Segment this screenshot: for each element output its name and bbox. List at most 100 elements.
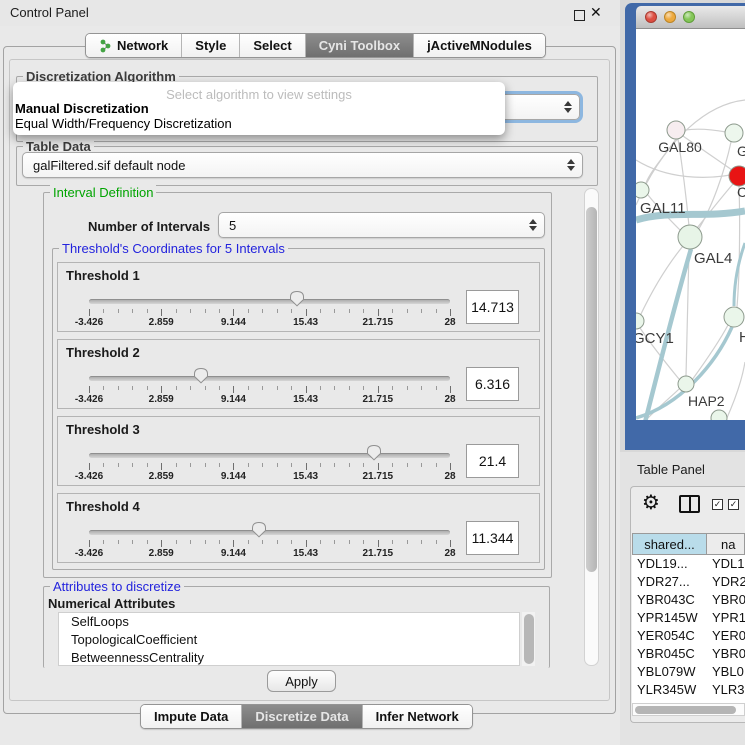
split-columns-icon[interactable]: [679, 495, 700, 513]
attributes-list-scrollbar[interactable]: [522, 612, 535, 666]
slider-tick: [176, 463, 177, 467]
cell-shared-name: YLR345W: [632, 681, 707, 699]
network-view-window[interactable]: GAL80GACGAL11GAL4GCY1HHAP2: [625, 3, 745, 450]
slider-tick: [277, 309, 278, 313]
network-node-gal80[interactable]: [667, 121, 685, 139]
network-canvas[interactable]: GAL80GACGAL11GAL4GCY1HHAP2: [636, 29, 745, 420]
table-row[interactable]: YBR043CYBR0: [632, 591, 745, 609]
slider-tick: [118, 463, 119, 467]
table-row[interactable]: YLR345WYLR3: [632, 681, 745, 699]
threshold-slider-track[interactable]: [89, 453, 450, 458]
slider-tick: [306, 540, 307, 547]
threshold-slider-handle[interactable]: [366, 444, 382, 461]
zoom-light[interactable]: [683, 11, 695, 23]
network-node-label: HAP2: [688, 393, 725, 409]
threshold-slider-handle[interactable]: [289, 290, 305, 307]
slider-tick-label: 15.43: [276, 394, 336, 405]
threshold-slider-handle[interactable]: [193, 367, 209, 384]
threshold-slider-handle[interactable]: [251, 521, 267, 538]
attribute-list-item[interactable]: TopologicalCoefficient: [59, 631, 519, 649]
slider-tick: [161, 309, 162, 316]
gear-icon[interactable]: ⚙: [642, 493, 660, 513]
combo-stepper-icon: [567, 159, 575, 171]
slider-tick: [392, 540, 393, 544]
attribute-list-item[interactable]: SelfLoops: [59, 613, 519, 631]
threshold-value-input[interactable]: 21.4: [466, 444, 519, 478]
close-light[interactable]: [645, 11, 657, 23]
tab-cyni-toolbox[interactable]: Cyni Toolbox: [305, 34, 413, 57]
slider-tick: [378, 386, 379, 393]
tab-network[interactable]: Network: [86, 34, 181, 57]
threshold-value-input[interactable]: 11.344: [466, 521, 519, 555]
tab-jactivemnodules[interactable]: jActiveMNodules: [413, 34, 545, 57]
slider-tick-label: -3.426: [59, 317, 119, 328]
tab-impute-data[interactable]: Impute Data: [141, 705, 241, 728]
slider-tick: [320, 463, 321, 467]
apply-button[interactable]: Apply: [267, 670, 336, 692]
slider-tick: [262, 386, 263, 390]
table-row[interactable]: YDL19...YDL1: [632, 555, 745, 573]
algorithm-option-equal-width[interactable]: Equal Width/Frequency Discretization: [15, 116, 495, 131]
tab-style[interactable]: Style: [181, 34, 239, 57]
attributes-list-scrollbar-thumb[interactable]: [524, 614, 534, 664]
network-node[interactable]: [711, 410, 727, 420]
network-node-gcy1[interactable]: [636, 313, 644, 329]
network-node-c[interactable]: [729, 166, 745, 186]
num-intervals-combo[interactable]: 5: [218, 212, 545, 238]
slider-tick: [363, 463, 364, 467]
network-node-ga[interactable]: [725, 124, 743, 142]
table-horizontal-scrollbar-thumb[interactable]: [635, 706, 736, 714]
column-header-name[interactable]: na: [707, 533, 745, 555]
column-header-shared[interactable]: shared...: [632, 533, 707, 555]
table-horizontal-scrollbar[interactable]: [632, 703, 745, 716]
tab-discretize-data[interactable]: Discretize Data: [241, 705, 361, 728]
cell-name: YBL0: [707, 663, 744, 681]
table-row[interactable]: YDR27...YDR2: [632, 573, 745, 591]
threshold-slider-track[interactable]: [89, 530, 450, 535]
cell-shared-name: YBR043C: [632, 591, 707, 609]
table-row[interactable]: YBR045CYBR0: [632, 645, 745, 663]
network-node-h[interactable]: [724, 307, 744, 327]
network-edge: [685, 129, 726, 132]
checkbox-checked-icon[interactable]: ✓: [728, 499, 739, 510]
threshold-value-input[interactable]: 14.713: [466, 290, 519, 324]
panel-vertical-scrollbar-thumb[interactable]: [586, 207, 597, 572]
network-node-gal4[interactable]: [678, 225, 702, 249]
slider-tick: [161, 463, 162, 470]
slider-tick: [205, 309, 206, 313]
cell-shared-name: YPR145W: [632, 609, 707, 627]
threshold-value-input[interactable]: 6.316: [466, 367, 519, 401]
slider-tick: [161, 386, 162, 393]
slider-tick: [320, 386, 321, 390]
table-row[interactable]: YPR145WYPR1: [632, 609, 745, 627]
tab-select[interactable]: Select: [239, 34, 304, 57]
network-node-gal11[interactable]: [636, 182, 649, 198]
slider-tick: [320, 309, 321, 313]
tab-infer-network[interactable]: Infer Network: [362, 705, 472, 728]
threshold-slider-track[interactable]: [89, 299, 450, 304]
network-window-titlebar[interactable]: [636, 6, 745, 29]
bottom-tab-bar: Impute DataDiscretize DataInfer Network: [140, 704, 473, 729]
algorithm-option-manual[interactable]: Manual Discretization: [15, 101, 495, 116]
network-node-label: C: [737, 184, 745, 200]
slider-tick-label: 9.144: [203, 471, 263, 482]
float-panel-icon[interactable]: [574, 10, 585, 21]
slider-tick: [190, 463, 191, 467]
slider-tick: [248, 540, 249, 544]
slider-tick-label: -3.426: [59, 548, 119, 559]
slider-tick: [118, 386, 119, 390]
checkbox-checked-icon[interactable]: ✓: [712, 499, 723, 510]
close-panel-icon[interactable]: ✕: [590, 4, 602, 21]
slider-tick: [262, 540, 263, 544]
network-node-hap2[interactable]: [678, 376, 694, 392]
table-data-combo[interactable]: galFiltered.sif default node: [22, 152, 583, 178]
attribute-list-item[interactable]: BetweennessCentrality: [59, 649, 519, 666]
slider-tick: [132, 386, 133, 390]
panel-vertical-scrollbar[interactable]: [584, 188, 599, 666]
table-row[interactable]: YBL079WYBL0: [632, 663, 745, 681]
slider-tick: [450, 463, 451, 470]
slider-tick: [320, 540, 321, 544]
table-row[interactable]: YER054CYER0: [632, 627, 745, 645]
minimize-light[interactable]: [664, 11, 676, 23]
threshold-slider-track[interactable]: [89, 376, 450, 381]
